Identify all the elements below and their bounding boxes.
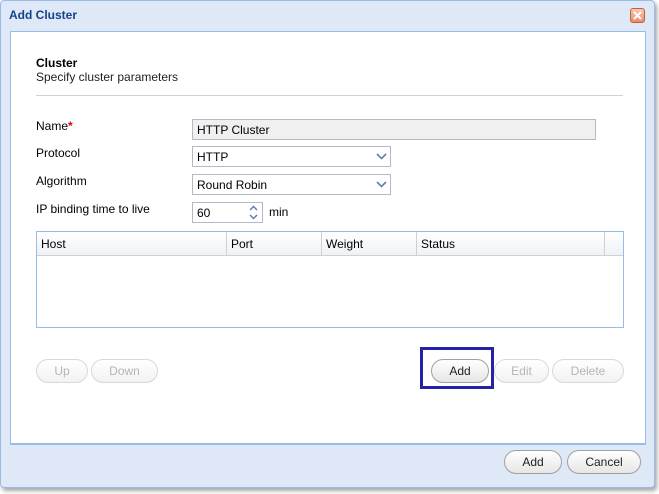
dialog-titlebar[interactable]: Add Cluster [1,1,654,31]
column-host[interactable]: Host [37,232,227,255]
chevron-down-icon[interactable] [373,175,390,194]
add-button[interactable]: Add [504,450,562,474]
column-weight[interactable]: Weight [322,232,417,255]
required-mark: * [68,119,73,133]
ip-binding-unit: min [269,205,289,219]
down-button[interactable]: Down [91,359,158,383]
dialog-body: Cluster Specify cluster parameters Name*… [10,31,646,444]
name-label: Name* [36,119,73,133]
close-icon[interactable] [630,8,645,23]
column-port[interactable]: Port [227,232,322,255]
spinner-arrows-icon[interactable] [245,203,262,222]
ip-binding-spinner[interactable]: 60 [192,202,263,223]
ip-binding-label: IP binding time to live [36,202,150,216]
protocol-select-value: HTTP [197,150,229,164]
up-button[interactable]: Up [36,359,88,383]
add-cluster-dialog: Add Cluster Cluster Specify cluster para… [0,0,655,488]
algorithm-label: Algorithm [36,174,87,188]
delete-host-button[interactable]: Delete [552,359,624,383]
name-label-text: Name [36,119,69,133]
column-status[interactable]: Status [417,232,605,255]
edit-host-button[interactable]: Edit [494,359,549,383]
ip-binding-value: 60 [197,206,211,220]
name-field-value: HTTP Cluster [197,123,270,137]
chevron-down-icon[interactable] [373,147,390,166]
protocol-label: Protocol [36,146,81,160]
algorithm-select[interactable]: Round Robin [192,174,391,195]
grid-header: Host Port Weight Status [37,232,623,256]
name-field[interactable]: HTTP Cluster [192,119,596,140]
section-divider [36,95,623,96]
cancel-button[interactable]: Cancel [567,450,641,474]
algorithm-select-value: Round Robin [197,178,268,192]
hosts-grid[interactable]: Host Port Weight Status [36,231,624,328]
dialog-title: Add Cluster [9,8,78,22]
section-subtitle: Specify cluster parameters [36,70,179,84]
focus-highlight [420,347,494,389]
footer-divider [10,444,646,445]
section-title: Cluster [36,56,78,70]
protocol-select[interactable]: HTTP [192,146,391,167]
